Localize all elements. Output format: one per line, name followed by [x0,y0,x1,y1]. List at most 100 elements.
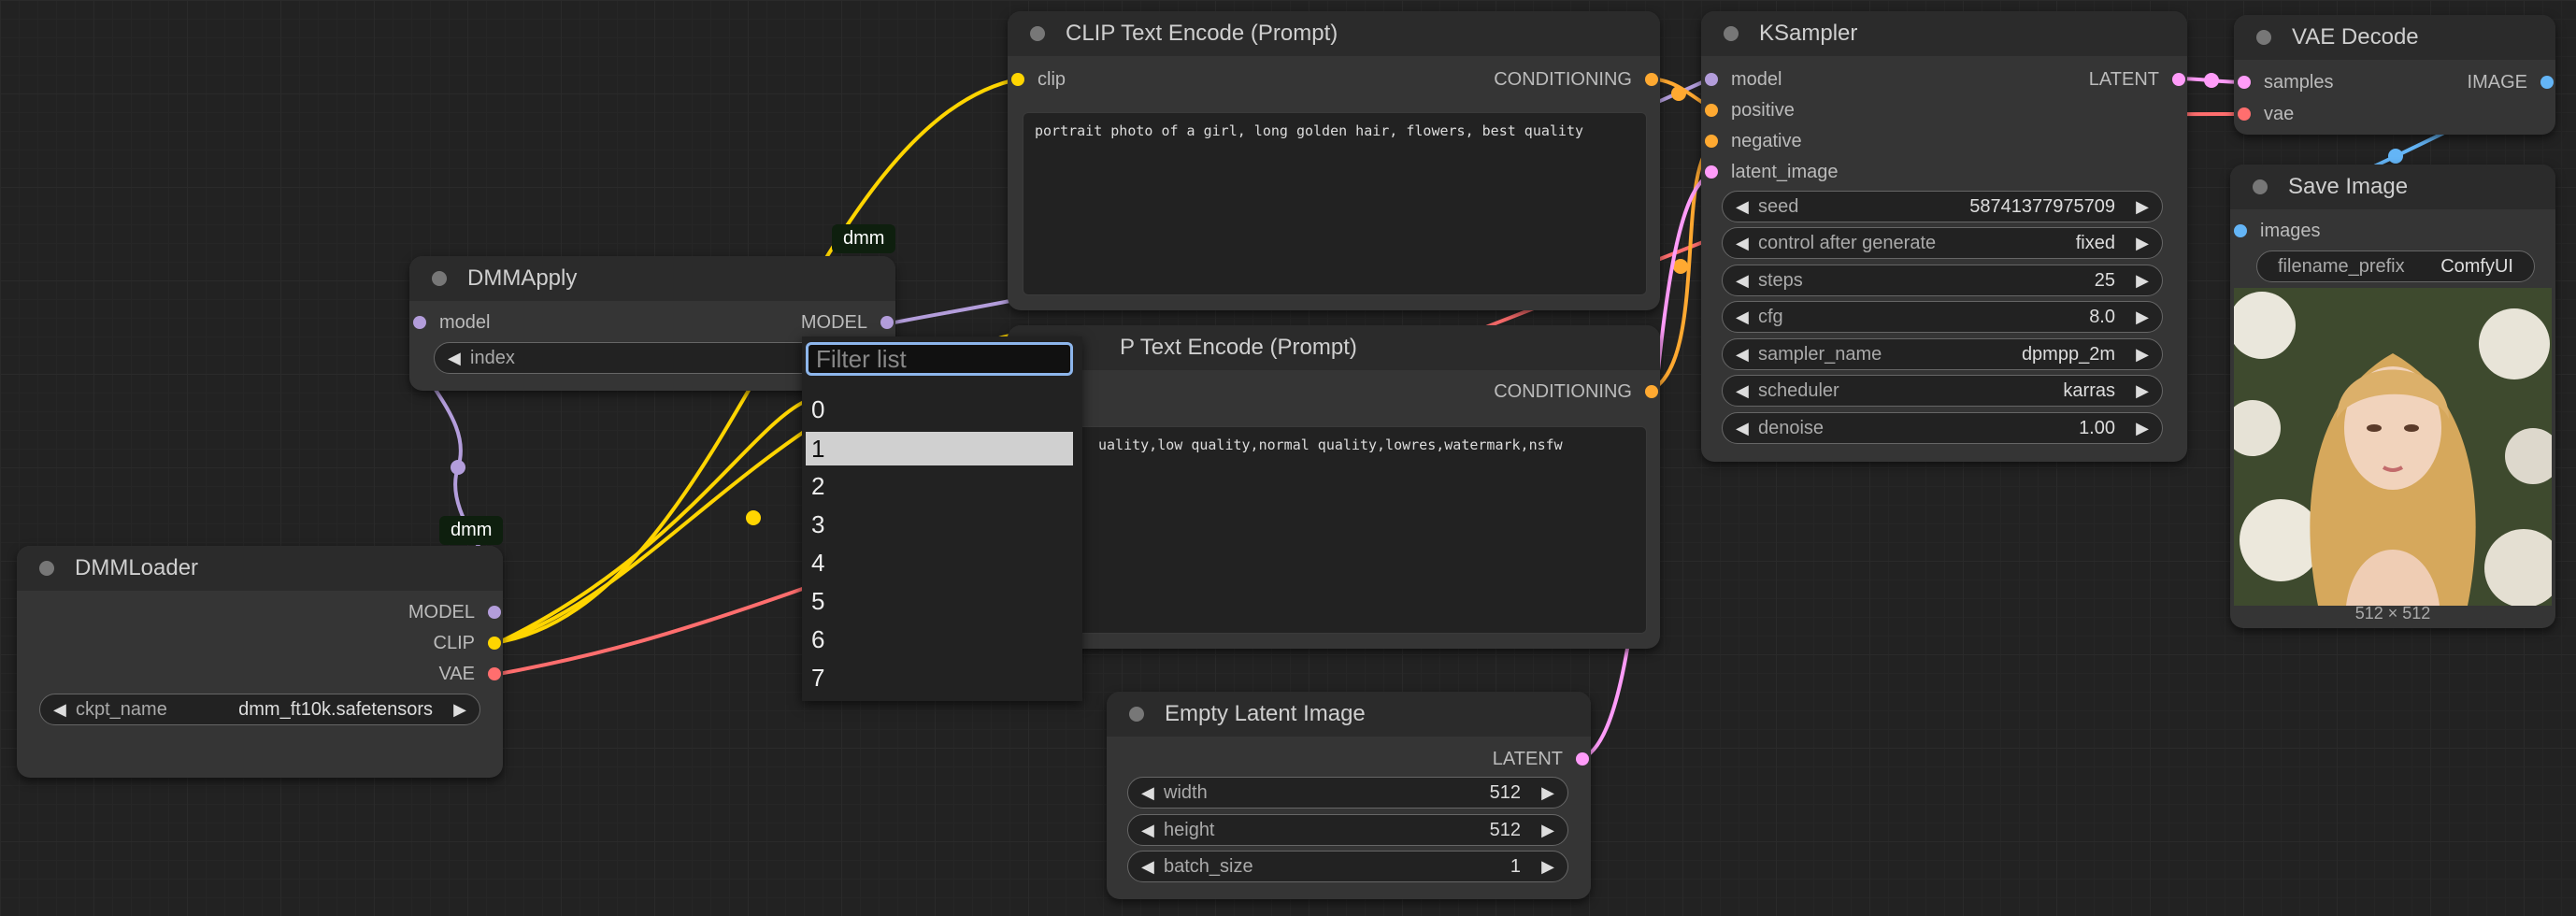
node-vae-decode[interactable]: VAE Decode samples vae IMAGE [2234,15,2555,135]
decrement-arrow[interactable]: ◀ [1141,778,1154,808]
output-conditioning[interactable]: CONDITIONING [1494,379,1660,404]
collapse-dot[interactable] [2256,30,2271,45]
collapse-dot[interactable] [432,271,447,286]
prompt-textarea[interactable]: uality,low quality,normal quality,lowres… [1023,426,1647,634]
decrement-arrow[interactable]: ◀ [1141,815,1154,845]
decrement-arrow[interactable]: ◀ [448,343,461,373]
increment-arrow[interactable]: ▶ [2136,228,2149,258]
filter-list-input[interactable]: Filter list [806,342,1073,376]
slot-dot[interactable] [1705,104,1718,117]
slot-dot[interactable] [1705,73,1718,86]
slot-dot[interactable] [2238,107,2251,121]
decrement-arrow[interactable]: ◀ [1141,852,1154,881]
prompt-textarea[interactable]: portrait photo of a girl, long golden ha… [1023,112,1647,295]
input-negative[interactable]: negative [1701,129,1802,153]
increment-arrow[interactable]: ▶ [2136,265,2149,295]
slot-dot[interactable] [2172,73,2185,86]
decrement-arrow[interactable]: ◀ [53,694,66,724]
decrement-arrow[interactable]: ◀ [1736,302,1749,332]
decrement-arrow[interactable]: ◀ [1736,413,1749,443]
decrement-arrow[interactable]: ◀ [1736,192,1749,222]
index-dropdown-menu[interactable]: Filter list 0 1 2 3 4 5 6 7 [802,336,1082,701]
slot-dot[interactable] [2234,224,2247,237]
increment-arrow[interactable]: ▶ [2136,192,2149,222]
filename-prefix-widget[interactable]: filename_prefix ComfyUI [2256,250,2535,282]
input-clip[interactable]: clip [1008,67,1066,92]
collapse-dot[interactable] [1724,26,1739,41]
increment-arrow[interactable]: ▶ [1541,778,1554,808]
output-latent[interactable]: LATENT [1493,747,1591,771]
width-widget[interactable]: ◀ width 512 ▶ [1127,777,1568,809]
increment-arrow[interactable]: ▶ [1541,852,1554,881]
increment-arrow[interactable]: ▶ [2136,376,2149,406]
slot-dot[interactable] [1705,165,1718,179]
node-dmmloader[interactable]: DMMLoader MODEL CLIP VAE ◀ ckpt_name dmm… [17,546,503,778]
node-title[interactable]: VAE Decode [2234,15,2555,60]
output-vae[interactable]: VAE [438,662,503,686]
collapse-dot[interactable] [1129,707,1144,722]
input-samples[interactable]: samples [2234,70,2333,94]
control-after-generate-widget[interactable]: ◀ control after generate fixed ▶ [1722,227,2163,259]
slot-dot[interactable] [2238,76,2251,89]
output-model[interactable]: MODEL [408,600,503,624]
node-empty-latent-image[interactable]: Empty Latent Image LATENT ◀ width 512 ▶ … [1107,692,1591,899]
node-title[interactable]: CLIP Text Encode (Prompt) [1008,11,1660,56]
node-ksampler[interactable]: KSampler model positive negative latent_… [1701,11,2187,462]
denoise-widget[interactable]: ◀ denoise 1.00 ▶ [1722,412,2163,444]
output-model[interactable]: MODEL [801,310,895,335]
slot-dot[interactable] [2540,76,2554,89]
slot-dot[interactable] [488,667,501,680]
node-clip-text-encode-positive[interactable]: CLIP Text Encode (Prompt) clip CONDITION… [1008,11,1660,310]
slot-dot[interactable] [488,637,501,650]
decrement-arrow[interactable]: ◀ [1736,376,1749,406]
input-model[interactable]: model [1701,67,1782,92]
increment-arrow[interactable]: ▶ [453,694,466,724]
seed-widget[interactable]: ◀ seed 58741377975709 ▶ [1722,191,2163,222]
dropdown-option[interactable]: 2 [806,469,1073,503]
node-title[interactable]: DMMLoader [17,546,503,591]
slot-dot[interactable] [1576,752,1589,766]
node-title[interactable]: Save Image [2230,165,2555,209]
node-title[interactable]: Empty Latent Image [1107,692,1591,737]
sampler-name-widget[interactable]: ◀ sampler_name dpmpp_2m ▶ [1722,338,2163,370]
scheduler-widget[interactable]: ◀ scheduler karras ▶ [1722,375,2163,407]
height-widget[interactable]: ◀ height 512 ▶ [1127,814,1568,846]
slot-dot[interactable] [1645,73,1658,86]
output-clip[interactable]: CLIP [434,631,503,655]
cfg-widget[interactable]: ◀ cfg 8.0 ▶ [1722,301,2163,333]
dropdown-option[interactable]: 4 [806,546,1073,580]
collapse-dot[interactable] [1030,26,1045,41]
dropdown-option[interactable]: 7 [806,661,1073,694]
dropdown-option-selected[interactable]: 1 [806,432,1073,465]
batch-size-widget[interactable]: ◀ batch_size 1 ▶ [1127,851,1568,882]
node-title[interactable]: P Text Encode (Prompt) [1008,325,1660,370]
slot-dot[interactable] [488,606,501,619]
input-vae[interactable]: vae [2234,102,2294,126]
input-images[interactable]: images [2230,219,2320,243]
slot-dot[interactable] [1705,135,1718,148]
output-preview-image[interactable] [2234,288,2552,606]
slot-dot[interactable] [880,316,894,329]
node-title[interactable]: KSampler [1701,11,2187,56]
output-image[interactable]: IMAGE [2468,70,2555,94]
dropdown-option[interactable]: 0 [806,393,1073,426]
decrement-arrow[interactable]: ◀ [1736,339,1749,369]
input-model[interactable]: model [409,310,490,335]
input-positive[interactable]: positive [1701,98,1795,122]
dropdown-option[interactable]: 5 [806,584,1073,618]
node-clip-text-encode-negative[interactable]: P Text Encode (Prompt) CONDITIONING uali… [1008,325,1660,649]
node-title[interactable]: DMMApply [409,256,895,301]
increment-arrow[interactable]: ▶ [2136,413,2149,443]
input-latent-image[interactable]: latent_image [1701,160,1839,184]
collapse-dot[interactable] [2253,179,2268,194]
increment-arrow[interactable]: ▶ [1541,815,1554,845]
output-latent[interactable]: LATENT [2089,67,2187,92]
output-conditioning[interactable]: CONDITIONING [1494,67,1660,92]
collapse-dot[interactable] [39,561,54,576]
dropdown-option[interactable]: 6 [806,623,1073,656]
steps-widget[interactable]: ◀ steps 25 ▶ [1722,265,2163,296]
decrement-arrow[interactable]: ◀ [1736,228,1749,258]
slot-dot[interactable] [1011,73,1024,86]
ckpt-name-widget[interactable]: ◀ ckpt_name dmm_ft10k.safetensors ▶ [39,694,480,725]
slot-dot[interactable] [413,316,426,329]
